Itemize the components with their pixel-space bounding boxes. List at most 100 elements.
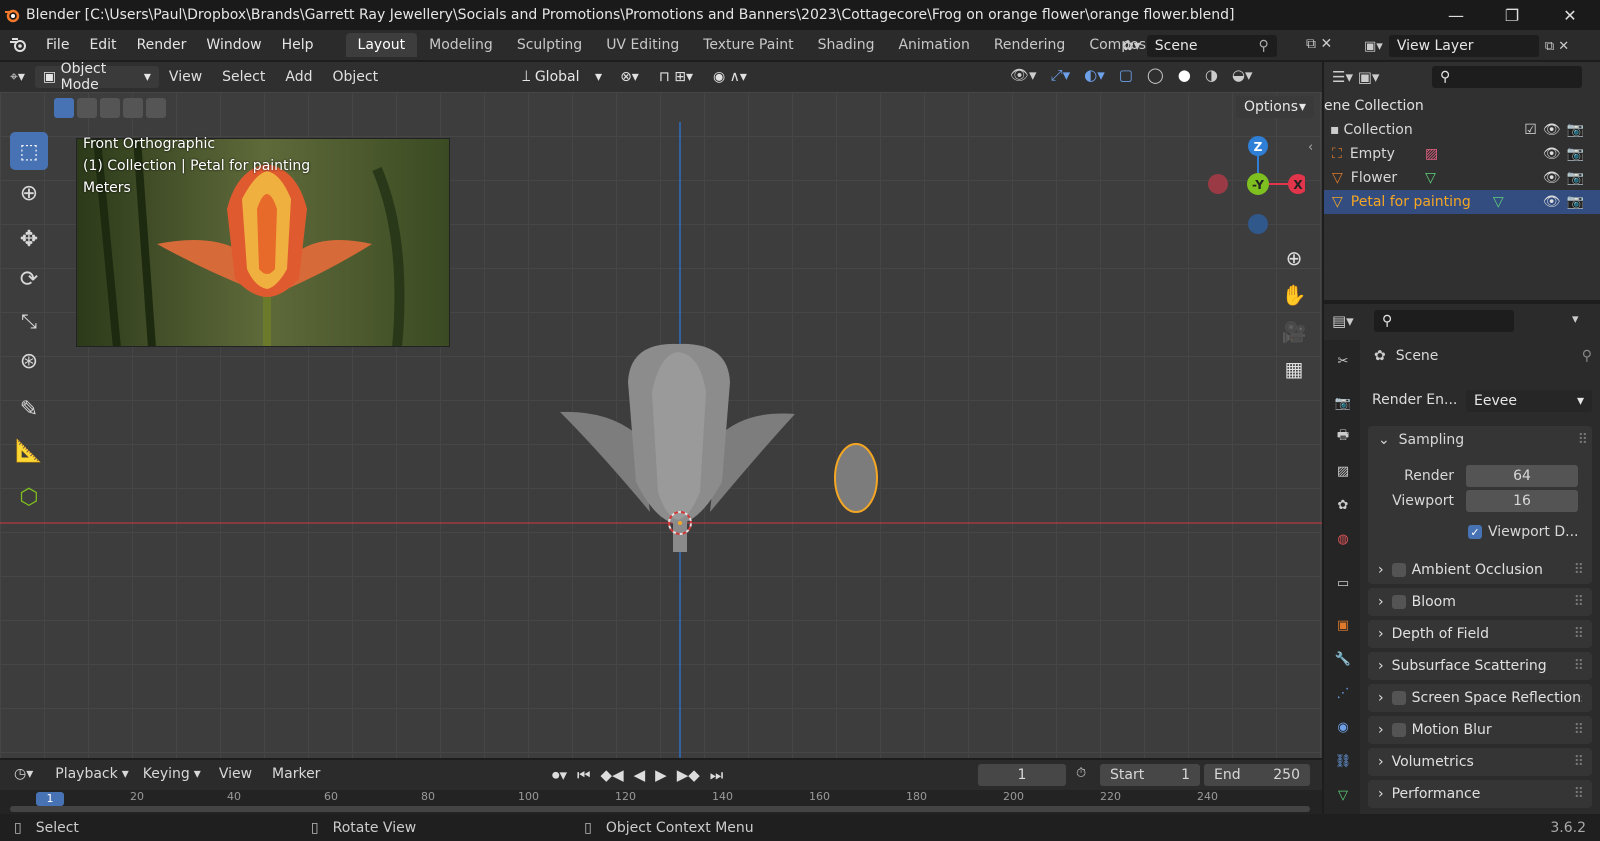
- scene-tab-icon[interactable]: ✿: [1332, 494, 1354, 516]
- solid-shading-icon[interactable]: ●: [1178, 66, 1191, 84]
- pivot-icon[interactable]: ⊗▾: [610, 69, 649, 85]
- tab-animation[interactable]: Animation: [886, 33, 981, 57]
- next-keyframe-icon[interactable]: ▶◆: [677, 766, 700, 784]
- panel-checkbox[interactable]: [1391, 723, 1406, 737]
- object-tab-icon[interactable]: ▣: [1332, 614, 1354, 636]
- row-visibility-icons[interactable]: 👁📷: [1543, 194, 1590, 210]
- menu-timeline-view[interactable]: View: [219, 766, 252, 782]
- timeline-ruler[interactable]: 1 20 40 60 80 100 120 140 160 180 200 220 240: [0, 790, 1322, 814]
- properties-editor-type-icon[interactable]: ▤▾: [1332, 312, 1354, 330]
- transform-tool[interactable]: ⊛: [10, 342, 48, 380]
- menu-help[interactable]: Help: [272, 37, 324, 53]
- outliner-search-input[interactable]: ⚲: [1432, 66, 1582, 88]
- row-visibility-icons[interactable]: ☑👁📷: [1524, 122, 1590, 138]
- menu-select[interactable]: Select: [212, 69, 275, 85]
- tab-sculpting[interactable]: Sculpting: [505, 33, 594, 57]
- tab-rendering[interactable]: Rendering: [982, 33, 1078, 57]
- perspective-grid-icon[interactable]: ▦: [1280, 351, 1308, 388]
- panel-checkbox[interactable]: [1391, 563, 1406, 577]
- timeline-editor-icon[interactable]: ◷▾: [14, 766, 33, 782]
- panel-checkbox[interactable]: [1391, 691, 1406, 705]
- navigation-gizmo[interactable]: Z X -Y: [1205, 132, 1305, 236]
- panel-screen-space-reflections[interactable]: › Screen Space Reflections: [1368, 684, 1592, 712]
- outliner-scene-collection[interactable]: ene Collection: [1324, 98, 1424, 114]
- collection-tab-icon[interactable]: ▭: [1332, 572, 1354, 594]
- outliner-row-flower[interactable]: ▽ Flower ▽ 👁📷: [1324, 166, 1600, 190]
- modifier-tab-icon[interactable]: 🔧: [1332, 648, 1354, 670]
- panel-performance[interactable]: › Performance ⠿: [1368, 780, 1592, 808]
- select-extend-icon[interactable]: [77, 98, 97, 118]
- play-icon[interactable]: ▶: [655, 766, 667, 784]
- stopwatch-icon[interactable]: ⏱: [1076, 766, 1086, 781]
- view-layer-tab-icon[interactable]: ▨: [1332, 460, 1354, 482]
- panel-volumetrics[interactable]: › Volumetrics ⠿: [1368, 748, 1592, 776]
- panel-ambient-occlusion[interactable]: › Ambient Occlusion ⠿: [1368, 556, 1592, 584]
- tab-texture-paint[interactable]: Texture Paint: [691, 33, 805, 57]
- menu-render[interactable]: Render: [127, 37, 197, 53]
- mode-dropdown[interactable]: ▣ Object Mode ▾: [34, 61, 159, 93]
- xray-toggle-icon[interactable]: ▢: [1119, 66, 1133, 84]
- drag-handle-icon[interactable]: ⠿: [1578, 432, 1588, 448]
- gizmo-neg-x-axis[interactable]: [1208, 174, 1228, 194]
- minimize-button[interactable]: —: [1434, 0, 1478, 30]
- flower-object[interactable]: [560, 343, 795, 552]
- jump-start-icon[interactable]: ⏮: [577, 766, 591, 784]
- drag-handle-icon[interactable]: ⠿: [1574, 786, 1584, 802]
- menu-add[interactable]: Add: [275, 69, 322, 85]
- select-invert-icon[interactable]: [123, 98, 143, 118]
- menu-marker[interactable]: Marker: [272, 766, 320, 782]
- viewport-samples-field[interactable]: 16: [1466, 490, 1578, 512]
- menu-edit[interactable]: Edit: [79, 37, 126, 53]
- outliner-row-empty[interactable]: ⛶ Empty ▨ 👁📷: [1324, 142, 1600, 166]
- new-view-layer-icon[interactable]: ⧉ ✕: [1545, 39, 1569, 54]
- panel-depth-of-field[interactable]: › Depth of Field ⠿: [1368, 620, 1592, 648]
- tab-shading[interactable]: Shading: [806, 33, 887, 57]
- output-tab-icon[interactable]: 🖶: [1332, 426, 1354, 448]
- menu-file[interactable]: File: [36, 37, 79, 53]
- world-tab-icon[interactable]: ◍: [1332, 528, 1354, 550]
- snap-icon[interactable]: ⊓ ⊞▾: [649, 69, 703, 85]
- viewport-denoising-checkbox[interactable]: ✓ Viewport D...: [1468, 524, 1579, 540]
- tab-uv-editing[interactable]: UV Editing: [594, 33, 691, 57]
- menu-keying[interactable]: Keying: [143, 766, 190, 782]
- drag-handle-icon[interactable]: ⠿: [1574, 722, 1584, 738]
- current-frame-field[interactable]: 1: [978, 764, 1066, 786]
- view-layer-selector[interactable]: ▣▾ View Layer ⧉ ✕: [1364, 35, 1600, 57]
- petal-for-painting-object[interactable]: [834, 443, 878, 513]
- restore-button[interactable]: ❐: [1490, 0, 1534, 30]
- panel-subsurface-scattering[interactable]: › Subsurface Scattering ⠿: [1368, 652, 1592, 680]
- select-new-icon[interactable]: [54, 98, 74, 118]
- properties-options-icon[interactable]: ▾: [1572, 312, 1579, 327]
- material-shading-icon[interactable]: ◑: [1205, 66, 1218, 84]
- drag-handle-icon[interactable]: ⠿: [1574, 626, 1584, 642]
- move-tool[interactable]: ✥: [10, 220, 48, 258]
- cursor-tool[interactable]: ⊕: [10, 174, 48, 212]
- panel-checkbox[interactable]: [1391, 595, 1406, 609]
- drag-handle-icon[interactable]: ⠿: [1574, 658, 1584, 674]
- pin-icon[interactable]: ⚲: [1259, 38, 1269, 54]
- playhead[interactable]: 1: [36, 792, 64, 806]
- pan-hand-icon[interactable]: ✋: [1280, 277, 1308, 314]
- annotate-tool[interactable]: ✎: [10, 390, 48, 428]
- play-reverse-icon[interactable]: ◀: [634, 766, 646, 784]
- physics-tab-icon[interactable]: ◉: [1332, 716, 1354, 738]
- properties-search-input[interactable]: ⚲: [1374, 310, 1514, 332]
- blender-menu-icon[interactable]: [8, 36, 30, 54]
- zoom-icon[interactable]: ⊕: [1280, 240, 1308, 277]
- start-frame-field[interactable]: Start 1: [1100, 764, 1200, 786]
- add-cube-tool[interactable]: ⬡: [10, 478, 48, 516]
- menu-window[interactable]: Window: [196, 37, 271, 53]
- sidebar-toggle-icon[interactable]: ‹: [1308, 140, 1313, 155]
- prev-keyframe-icon[interactable]: ◆◀: [601, 766, 624, 784]
- outliner-row-petal[interactable]: ▽ Petal for painting ▽ 👁📷: [1324, 190, 1600, 214]
- orientation-dropdown[interactable]: ⟘ Global ▾: [514, 66, 610, 88]
- options-dropdown[interactable]: Options ▾: [1236, 96, 1314, 118]
- gizmo-neg-z-axis[interactable]: [1248, 214, 1268, 234]
- sampling-header[interactable]: ⌄ Sampling ⠿: [1378, 432, 1588, 448]
- outliner-display-mode-icon[interactable]: ☰▾ ▣▾: [1332, 68, 1379, 86]
- tool-tab-icon[interactable]: ✂: [1332, 350, 1354, 372]
- overlay-toggle-icon[interactable]: ◐▾: [1084, 66, 1105, 84]
- editor-type-icon[interactable]: ⌖▾: [0, 69, 35, 85]
- drag-handle-icon[interactable]: ⠿: [1574, 562, 1584, 578]
- render-tab-icon[interactable]: 📷: [1332, 392, 1354, 414]
